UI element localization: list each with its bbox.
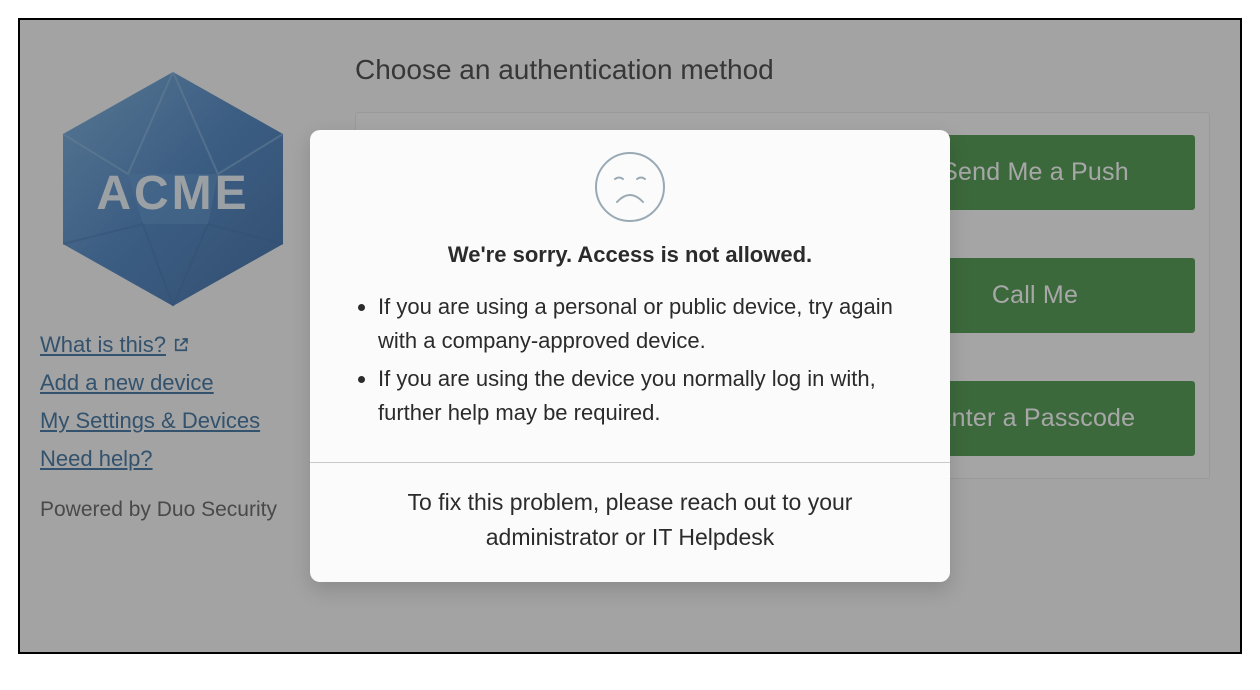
modal-bullet-list: If you are using a personal or public de… — [340, 290, 920, 430]
modal-bullet: If you are using the device you normally… — [378, 362, 914, 430]
auth-prompt-frame: ACME What is this? Add a new device My S… — [18, 18, 1242, 654]
modal-bullet: If you are using a personal or public de… — [378, 290, 914, 358]
sad-face-icon — [340, 150, 920, 224]
modal-title: We're sorry. Access is not allowed. — [340, 242, 920, 268]
modal-footer-text: To fix this problem, please reach out to… — [310, 462, 950, 582]
modal-body: We're sorry. Access is not allowed. If y… — [310, 130, 950, 462]
access-denied-modal: We're sorry. Access is not allowed. If y… — [310, 130, 950, 582]
